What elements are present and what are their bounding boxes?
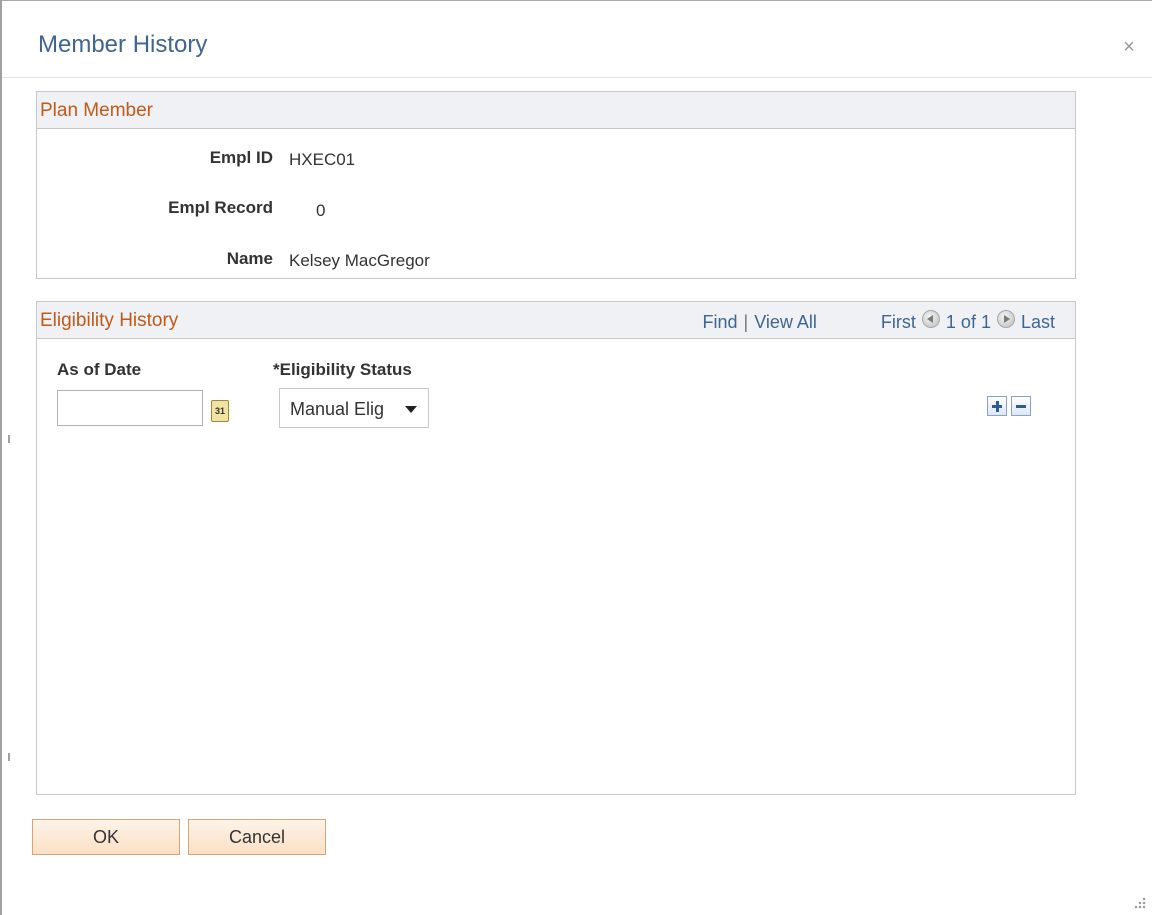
dialog-title: Member History	[38, 31, 208, 58]
eligibility-status-select[interactable]: Manual Elig	[279, 388, 429, 428]
scroll-tick	[8, 435, 10, 443]
eligibility-history-section: Eligibility History Find | View All Firs…	[36, 301, 1076, 795]
first-label[interactable]: First	[881, 312, 916, 333]
cancel-button[interactable]: Cancel	[188, 819, 326, 855]
grid-navigation: Find | View All First 1 of 1 Last	[703, 309, 1055, 333]
empl-record-label: Empl Record	[168, 198, 273, 217]
plan-member-section: Plan Member Empl ID HXEC01 Empl Record 0…	[36, 91, 1076, 279]
plan-member-header: Plan Member	[37, 92, 1075, 129]
empl-id-label: Empl ID	[209, 148, 273, 167]
chevron-down-icon	[405, 406, 417, 413]
empl-id-value: HXEC01	[289, 150, 356, 169]
ok-button[interactable]: OK	[32, 819, 180, 855]
close-icon[interactable]: ×	[1120, 37, 1138, 57]
plus-icon-vertical	[995, 401, 999, 412]
eligibility-history-title: Eligibility History	[40, 310, 179, 331]
last-label[interactable]: Last	[1021, 312, 1055, 333]
scroll-tick	[8, 753, 10, 761]
nav-separator: |	[743, 312, 749, 332]
as-of-date-label: As of Date	[57, 360, 142, 379]
plan-member-title: Plan Member	[40, 100, 153, 121]
eligibility-history-header: Eligibility History Find | View All Firs…	[37, 302, 1075, 339]
as-of-date-input[interactable]	[57, 390, 203, 426]
resize-grip-icon[interactable]	[1134, 897, 1146, 909]
name-label: Name	[226, 249, 273, 268]
name-value: Kelsey MacGregor	[289, 251, 430, 270]
view-all-link[interactable]: View All	[754, 312, 817, 333]
previous-arrow-icon[interactable]	[921, 309, 940, 328]
calendar-icon[interactable]: 31	[211, 400, 229, 422]
row-counter: 1 of 1	[945, 312, 991, 332]
add-row-button[interactable]	[987, 396, 1007, 416]
dialog-titlebar: Member History ×	[2, 1, 1152, 78]
member-history-dialog: Member History × Plan Member Empl ID HXE…	[0, 0, 1152, 915]
next-arrow-icon[interactable]	[996, 309, 1015, 328]
eligibility-status-label: *Eligibility Status	[273, 360, 412, 379]
eligibility-status-value: Manual Elig	[290, 399, 385, 419]
minus-icon	[1016, 405, 1026, 408]
delete-row-button[interactable]	[1011, 396, 1031, 416]
find-link[interactable]: Find	[703, 312, 738, 333]
empl-record-value: 0	[316, 201, 326, 220]
